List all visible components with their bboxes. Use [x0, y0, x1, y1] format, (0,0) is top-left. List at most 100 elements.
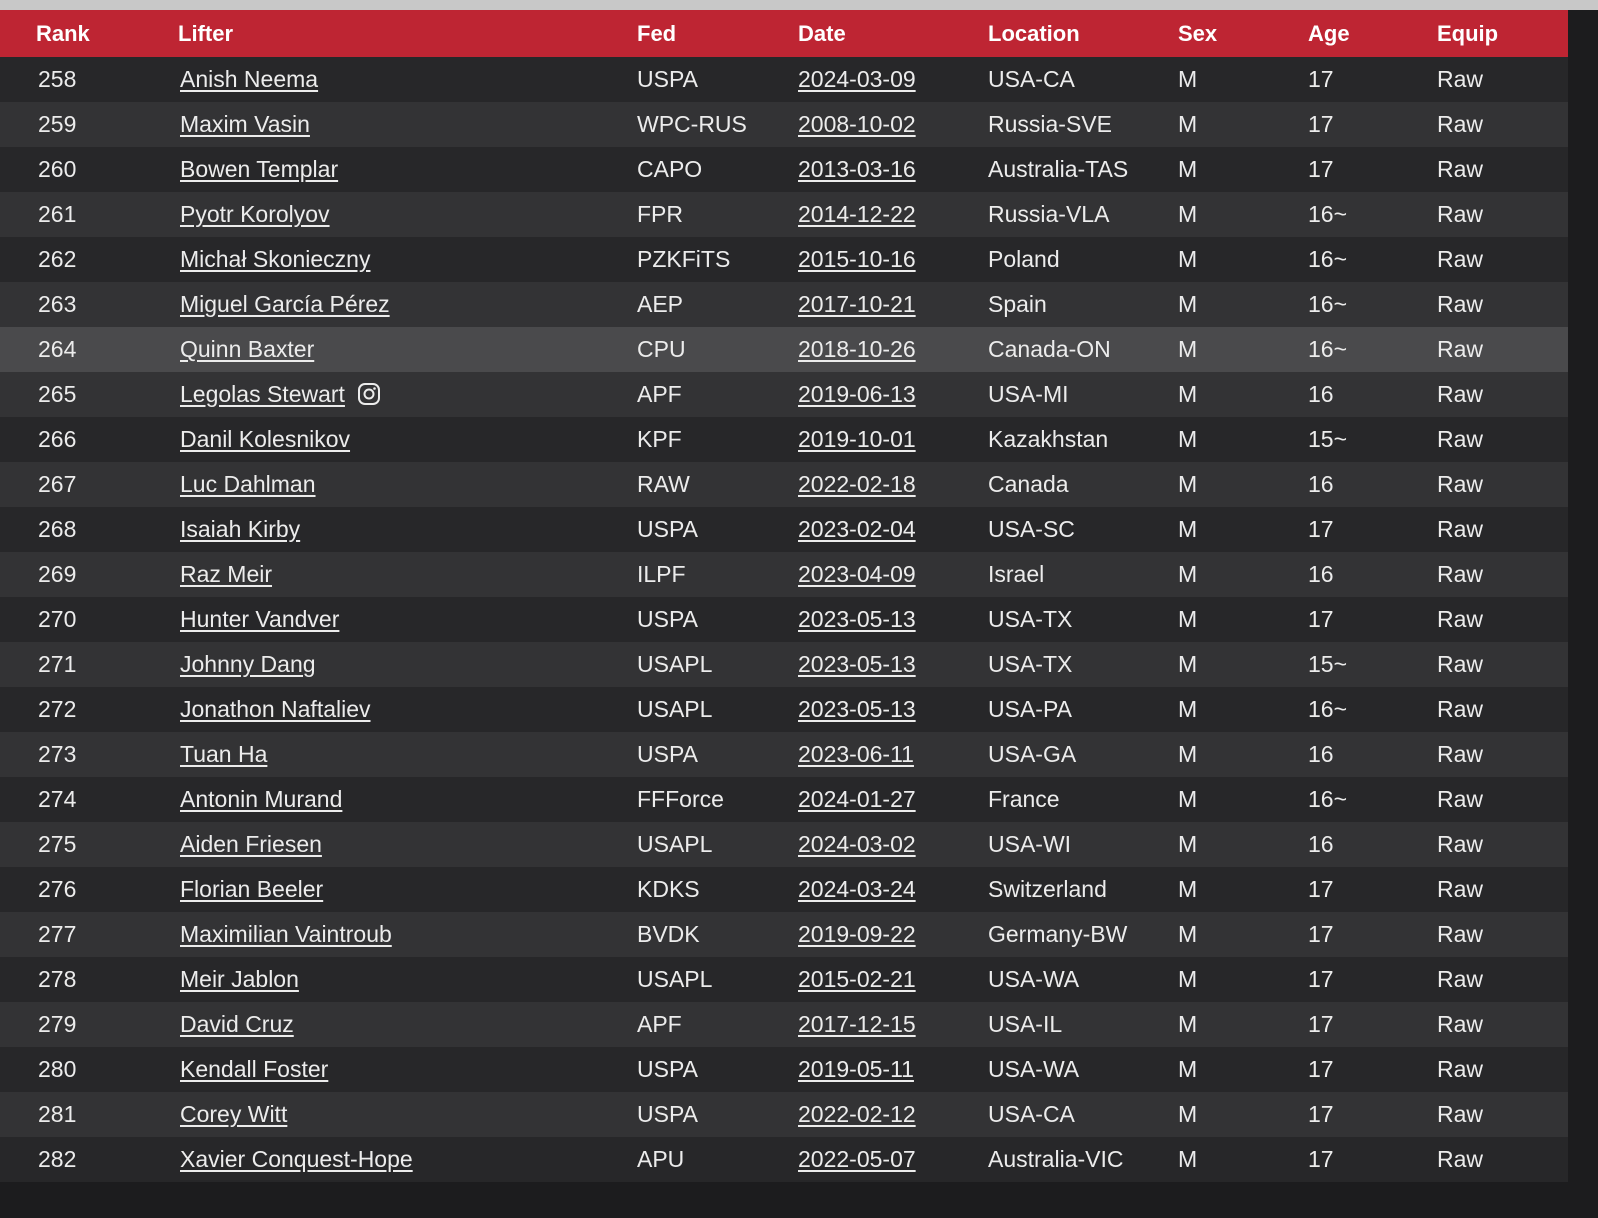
table-row: 279 David Cruz APF 2017-12-15 USA-IL M 17 Raw	[0, 1002, 1568, 1047]
location-cell: USA-TX	[988, 606, 1073, 632]
lifter-cell-link[interactable]: Maxim Vasin	[180, 111, 310, 137]
date-cell-link[interactable]: 2024-03-09	[798, 66, 916, 92]
lifter-cell-link[interactable]: Isaiah Kirby	[180, 516, 300, 542]
date-cell-link[interactable]: 2023-02-04	[798, 516, 916, 542]
date-cell: 2023-02-04	[796, 516, 986, 543]
location-cell: Kazakhstan	[988, 426, 1109, 452]
date-cell-link[interactable]: 2017-12-15	[798, 1011, 916, 1037]
lifter-cell-link[interactable]: Michał Skonieczny	[180, 246, 370, 272]
date-cell-link[interactable]: 2024-03-02	[798, 831, 916, 857]
lifter-cell-link[interactable]: Bowen Templar	[180, 156, 338, 182]
date-cell-link[interactable]: 2022-02-12	[798, 1101, 916, 1127]
location-cell: USA-CA	[988, 66, 1075, 92]
lifter-cell-link[interactable]: Legolas Stewart	[180, 381, 345, 407]
column-header-date[interactable]: Date	[796, 21, 986, 47]
date-cell-link[interactable]: 2022-05-07	[798, 1146, 916, 1172]
instagram-icon[interactable]	[357, 382, 381, 406]
lifter-cell-link[interactable]: Tuan Ha	[180, 741, 267, 767]
lifter-cell-link[interactable]: Quinn Baxter	[180, 336, 314, 362]
table-row: 262 Michał Skonieczny PZKFiTS 2015-10-16 Pol…	[0, 237, 1568, 282]
lifter-cell-link[interactable]: Anish Neema	[180, 66, 318, 92]
fed-cell: USAPL	[637, 966, 713, 992]
lifter-cell-link[interactable]: Raz Meir	[180, 561, 272, 587]
table-row: 266 Danil Kolesnikov KPF 2019-10-01 Kazakhst…	[0, 417, 1568, 462]
table-row: 263 Miguel García Pérez AEP 2017-10-21 Spain…	[0, 282, 1568, 327]
age-cell: 17	[1308, 1146, 1334, 1172]
lifter-cell-link[interactable]: Florian Beeler	[180, 876, 323, 902]
table-row: 277 Maximilian Vaintroub BVDK 2019-09-22 Ger…	[0, 912, 1568, 957]
sex-cell: M	[1178, 786, 1198, 812]
column-header-age[interactable]: Age	[1306, 21, 1435, 47]
date-cell: 2019-09-22	[796, 921, 986, 948]
lifter-cell-link[interactable]: Pyotr Korolyov	[180, 201, 330, 227]
lifter-cell-link[interactable]: Danil Kolesnikov	[180, 426, 350, 452]
date-cell-link[interactable]: 2008-10-02	[798, 111, 916, 137]
sex-cell: M	[1178, 561, 1198, 587]
date-cell-link[interactable]: 2015-10-16	[798, 246, 916, 272]
column-header-fed[interactable]: Fed	[635, 21, 796, 47]
equip-cell: Raw	[1437, 201, 1484, 227]
location-cell: Spain	[988, 291, 1047, 317]
sex-cell: M	[1178, 156, 1198, 182]
column-header-sex[interactable]: Sex	[1176, 21, 1306, 47]
date-cell-link[interactable]: 2019-10-01	[798, 426, 916, 452]
lifter-cell-link[interactable]: Luc Dahlman	[180, 471, 316, 497]
lifter-cell-link[interactable]: Johnny Dang	[180, 651, 316, 677]
lifter-cell-link[interactable]: Corey Witt	[180, 1101, 287, 1127]
date-cell-link[interactable]: 2019-09-22	[798, 921, 916, 947]
date-cell-link[interactable]: 2017-10-21	[798, 291, 916, 317]
date-cell-link[interactable]: 2015-02-21	[798, 966, 916, 992]
lifter-cell-link[interactable]: Miguel García Pérez	[180, 291, 390, 317]
date-cell-link[interactable]: 2019-06-13	[798, 381, 916, 407]
date-cell-link[interactable]: 2013-03-16	[798, 156, 916, 182]
sex-cell: M	[1178, 111, 1198, 137]
lifter-cell-link[interactable]: Xavier Conquest-Hope	[180, 1146, 413, 1172]
date-cell-link[interactable]: 2024-03-24	[798, 876, 916, 902]
table-row: 260 Bowen Templar CAPO 2013-03-16 Australia-…	[0, 147, 1568, 192]
date-cell-link[interactable]: 2023-04-09	[798, 561, 916, 587]
date-cell-link[interactable]: 2019-05-11	[798, 1056, 914, 1082]
age-cell: 15~	[1308, 651, 1348, 677]
age-cell: 17	[1308, 876, 1334, 902]
location-cell: Poland	[988, 246, 1060, 272]
rank-cell: 281	[38, 1101, 77, 1127]
fed-cell: BVDK	[637, 921, 700, 947]
sex-cell: M	[1178, 1101, 1198, 1127]
location-cell: Germany-BW	[988, 921, 1128, 947]
date-cell-link[interactable]: 2024-01-27	[798, 786, 916, 812]
date-cell-link[interactable]: 2014-12-22	[798, 201, 916, 227]
rank-cell: 270	[38, 606, 77, 632]
sex-cell: M	[1178, 696, 1198, 722]
lifter-cell-link[interactable]: Jonathon Naftaliev	[180, 696, 371, 722]
date-cell-link[interactable]: 2023-05-13	[798, 651, 916, 677]
date-cell-link[interactable]: 2018-10-26	[798, 336, 916, 362]
location-cell: USA-WA	[988, 966, 1080, 992]
date-cell-link[interactable]: 2023-06-11	[798, 741, 914, 767]
lifter-cell-link[interactable]: Meir Jablon	[180, 966, 299, 992]
table-row: 259 Maxim Vasin WPC-RUS 2008-10-02 Russia-SV…	[0, 102, 1568, 147]
sex-cell: M	[1178, 606, 1198, 632]
sex-cell: M	[1178, 381, 1198, 407]
equip-cell: Raw	[1437, 786, 1484, 812]
lifter-cell-link[interactable]: Aiden Friesen	[180, 831, 322, 857]
lifter-cell-link[interactable]: Maximilian Vaintroub	[180, 921, 392, 947]
column-header-location[interactable]: Location	[986, 21, 1176, 47]
rank-cell: 265	[38, 381, 77, 407]
lifter-cell-link[interactable]: Hunter Vandver	[180, 606, 339, 632]
sex-cell: M	[1178, 336, 1198, 362]
age-cell: 17	[1308, 66, 1334, 92]
fed-cell: USPA	[637, 741, 698, 767]
date-cell-link[interactable]: 2023-05-13	[798, 606, 916, 632]
date-cell: 2017-12-15	[796, 1011, 986, 1038]
rank-cell: 260	[38, 156, 77, 182]
lifter-cell-link[interactable]: Kendall Foster	[180, 1056, 328, 1082]
lifter-cell: Antonin Murand	[178, 786, 635, 813]
equip-cell: Raw	[1437, 876, 1484, 902]
lifter-cell-link[interactable]: Antonin Murand	[180, 786, 342, 812]
lifter-cell-link[interactable]: David Cruz	[180, 1011, 294, 1037]
date-cell-link[interactable]: 2023-05-13	[798, 696, 916, 722]
date-cell-link[interactable]: 2022-02-18	[798, 471, 916, 497]
column-header-rank[interactable]: Rank	[0, 21, 178, 47]
column-header-lifter[interactable]: Lifter	[178, 21, 635, 47]
column-header-equip[interactable]: Equip	[1435, 21, 1568, 47]
